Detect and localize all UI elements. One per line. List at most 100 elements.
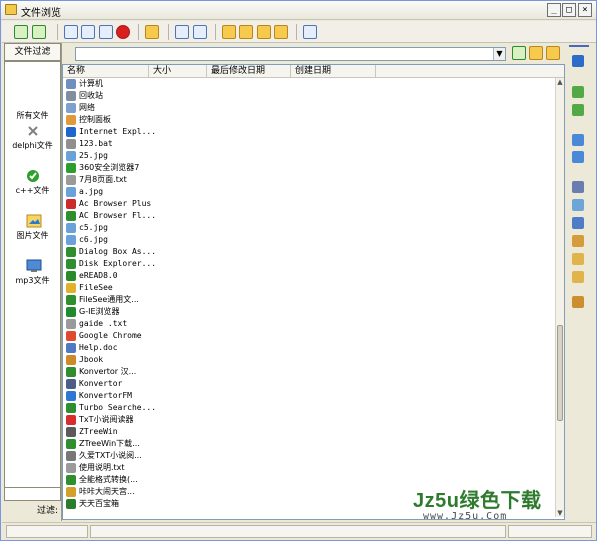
pack-icon[interactable] xyxy=(572,235,584,247)
column-header-name[interactable]: 名称 xyxy=(63,65,149,77)
export-icon[interactable] xyxy=(572,271,584,283)
table-row[interactable]: Jbook xyxy=(63,354,555,366)
file-name: 全能格式转换(... xyxy=(79,475,138,484)
filter-all-files[interactable]: 所有文件 xyxy=(5,94,60,121)
document-u-icon[interactable] xyxy=(81,25,95,39)
folder-open-icon[interactable] xyxy=(145,25,159,39)
table-row[interactable]: 7月8页面.txt xyxy=(63,174,555,186)
table-row[interactable]: 25.jpg xyxy=(63,150,555,162)
ie-icon xyxy=(66,127,76,137)
filter-cpp-files[interactable]: c++文件 xyxy=(5,169,60,196)
vertical-scrollbar[interactable]: ▲ ▼ xyxy=(555,78,564,517)
properties-icon[interactable] xyxy=(572,199,584,211)
info-icon[interactable] xyxy=(572,55,584,67)
table-row[interactable]: 123.bat xyxy=(63,138,555,150)
folder-2-icon[interactable] xyxy=(239,25,253,39)
filter-image-files[interactable]: 图片文件 xyxy=(5,214,60,241)
image-icon xyxy=(26,214,41,228)
table-row[interactable]: Ac Browser Plus xyxy=(63,198,555,210)
folder-1-icon[interactable] xyxy=(222,25,236,39)
folder-icon[interactable] xyxy=(546,46,560,60)
table-row[interactable]: FileSee通用文... xyxy=(63,294,555,306)
table-row[interactable]: Dialog Box As... xyxy=(63,246,555,258)
jpg-icon xyxy=(66,235,76,245)
scroll-thumb[interactable] xyxy=(557,325,563,421)
refresh-icon[interactable] xyxy=(14,25,28,39)
table-row[interactable]: c6.jpg xyxy=(63,234,555,246)
table-row[interactable]: 计算机 xyxy=(63,78,555,90)
minimize-button[interactable]: _ xyxy=(547,3,561,17)
edit-icon[interactable] xyxy=(572,296,584,308)
network-icon xyxy=(66,103,76,113)
table-row[interactable]: 回收站 xyxy=(63,90,555,102)
table-row[interactable]: gaide .txt xyxy=(63,318,555,330)
table-row[interactable]: Turbo Searche... xyxy=(63,402,555,414)
file-name: G-IE浏览器 xyxy=(79,307,120,316)
file-name: 25.jpg xyxy=(79,151,108,160)
column-header-size[interactable]: 大小 xyxy=(149,65,207,77)
export-icon[interactable] xyxy=(303,25,317,39)
table-row[interactable]: KonvertorFM xyxy=(63,390,555,402)
window-icon[interactable] xyxy=(572,181,584,193)
table-row[interactable]: 控制面板 xyxy=(63,114,555,126)
column-header-modified[interactable]: 最后修改日期 xyxy=(207,65,291,77)
mail-icon[interactable] xyxy=(572,253,584,265)
table-row[interactable]: Konvertor 汉... xyxy=(63,366,555,378)
chevron-down-icon[interactable]: ▼ xyxy=(493,48,505,60)
page-red-icon[interactable] xyxy=(193,25,207,39)
table-row[interactable]: TxT小说阅读器 xyxy=(63,414,555,426)
folder-4-icon[interactable] xyxy=(274,25,288,39)
file-name: eREAD8.0 xyxy=(79,271,118,280)
folder-add-icon[interactable] xyxy=(529,46,543,60)
delete-icon[interactable] xyxy=(116,25,130,39)
back-icon[interactable] xyxy=(572,104,584,116)
page-blue-icon[interactable] xyxy=(175,25,189,39)
filter-mp3-files[interactable]: mp3文件 xyxy=(5,259,60,286)
toolbar-separator xyxy=(168,24,169,40)
document-c-icon[interactable] xyxy=(64,25,78,39)
jbook-icon xyxy=(66,355,76,365)
table-row[interactable]: c5.jpg xyxy=(63,222,555,234)
table-row[interactable]: ZTreeWin下载... xyxy=(63,438,555,450)
table-row[interactable]: 使用说明.txt xyxy=(63,462,555,474)
merge-icon[interactable] xyxy=(572,151,584,163)
file-name: Disk Explorer... xyxy=(79,259,157,268)
maximize-button[interactable]: □ xyxy=(562,3,576,17)
table-row[interactable]: eREAD8.0 xyxy=(63,270,555,282)
folder-3-icon[interactable] xyxy=(257,25,271,39)
table-row[interactable]: 久爱TXT小说阅... xyxy=(63,450,555,462)
table-row[interactable]: ZTreeWin xyxy=(63,426,555,438)
table-row[interactable]: FileSee xyxy=(63,282,555,294)
table-row[interactable]: 网络 xyxy=(63,102,555,114)
column-header-created[interactable]: 创建日期 xyxy=(291,65,376,77)
filter-input[interactable] xyxy=(4,487,61,501)
file-name: Jbook xyxy=(79,355,104,364)
filter-delphi-files[interactable]: delphi文件 xyxy=(5,124,60,151)
file-name: 360安全浏览器7 xyxy=(79,163,140,172)
scroll-up-icon[interactable]: ▲ xyxy=(556,78,564,86)
refresh-2-icon[interactable] xyxy=(32,25,46,39)
file-name: Ac Browser Plus xyxy=(79,199,152,208)
table-row[interactable]: a.jpg xyxy=(63,186,555,198)
table-row[interactable]: AC Browser Fl... xyxy=(63,210,555,222)
file-name: 久爱TXT小说阅... xyxy=(79,451,142,460)
table-row[interactable]: G-IE浏览器 xyxy=(63,306,555,318)
save-icon[interactable] xyxy=(572,217,584,229)
forward-icon[interactable] xyxy=(572,86,584,98)
rail-divider xyxy=(569,45,589,47)
read-icon xyxy=(66,271,76,281)
table-row[interactable]: Disk Explorer... xyxy=(63,258,555,270)
table-row[interactable]: Google Chrome xyxy=(63,330,555,342)
number-6-icon xyxy=(66,211,76,221)
table-row[interactable]: Help.doc xyxy=(63,342,555,354)
document-p-icon[interactable] xyxy=(99,25,113,39)
close-button[interactable]: × xyxy=(578,3,592,17)
toolbar-separator xyxy=(57,24,58,40)
path-dropdown[interactable]: ▼ xyxy=(75,47,506,61)
branch-icon[interactable] xyxy=(572,134,584,146)
table-row[interactable]: Internet Expl... xyxy=(63,126,555,138)
table-row[interactable]: Konvertor xyxy=(63,378,555,390)
go-icon[interactable] xyxy=(512,46,526,60)
table-row[interactable]: 360安全浏览器7 xyxy=(63,162,555,174)
filter-tab[interactable]: 文件过滤 xyxy=(4,43,61,61)
